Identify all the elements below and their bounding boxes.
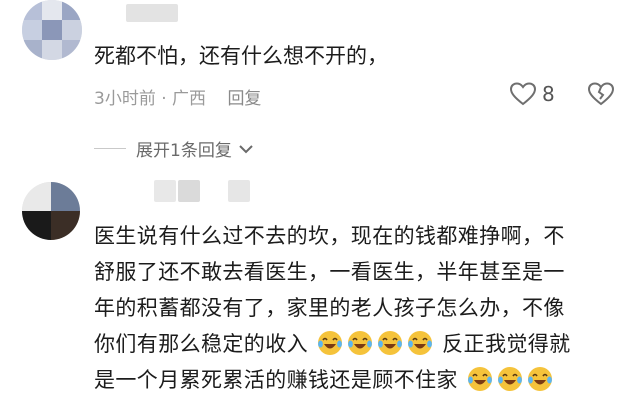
username-blurred[interactable] <box>126 4 178 22</box>
laughing-crying-face-icon <box>467 367 492 391</box>
divider <box>94 148 126 149</box>
comment-text: 医生说有什么过不去的坎，现在的钱都难挣啊，不 舒服了还不敢去看医生，一看医生，半… <box>94 218 616 398</box>
comment-line: 年的积蓄都没有了，家里的老人孩子怎么办，不像 <box>94 296 565 320</box>
expand-replies-button[interactable]: 展开1条回复 <box>94 136 254 161</box>
comment-line: 医生说有什么过不去的坎，现在的钱都难挣啊，不 <box>94 224 565 248</box>
emoji-group <box>308 331 442 356</box>
comment-text: 死都不怕，还有什么想不开的， <box>94 44 388 68</box>
laughing-crying-face-icon <box>408 331 433 355</box>
avatar[interactable] <box>22 0 82 60</box>
comment-line: 是一个月累死累活的赚钱还是顾不住家 <box>94 362 616 398</box>
heart-icon <box>510 82 536 106</box>
comment-line: 你们有那么稳定的收入 反正我觉得就 <box>94 326 616 362</box>
like-count: 8 <box>542 82 555 106</box>
comment-line-text: 反正我觉得就 <box>442 332 571 356</box>
like-button[interactable]: 8 <box>510 82 555 106</box>
laughing-crying-face-icon <box>318 331 343 355</box>
comment-line-text: 是一个月累死累活的赚钱还是顾不住家 <box>94 368 458 392</box>
reply-button[interactable]: 回复 <box>227 89 261 109</box>
laughing-crying-face-icon <box>378 331 403 355</box>
broken-heart-icon <box>587 82 615 106</box>
expand-replies-label: 展开1条回复 <box>136 141 232 161</box>
username-blurred[interactable] <box>178 180 200 202</box>
avatar[interactable] <box>22 182 80 240</box>
laughing-crying-face-icon <box>348 331 373 355</box>
chevron-down-icon <box>239 144 253 153</box>
comment-meta: 3小时前 · 广西 回复 <box>94 84 261 109</box>
username-blurred[interactable] <box>228 180 250 202</box>
laughing-crying-face-icon <box>497 367 522 391</box>
emoji-group <box>458 367 555 392</box>
comment-line: 舒服了还不敢去看医生，一看医生，半年甚至是一 <box>94 260 565 284</box>
username-blurred[interactable] <box>154 180 176 202</box>
comment-line-text: 你们有那么稳定的收入 <box>94 332 308 356</box>
dislike-button[interactable] <box>587 82 615 110</box>
laughing-crying-face-icon <box>527 367 552 391</box>
timestamp-location: 3小时前 · 广西 <box>94 89 207 109</box>
